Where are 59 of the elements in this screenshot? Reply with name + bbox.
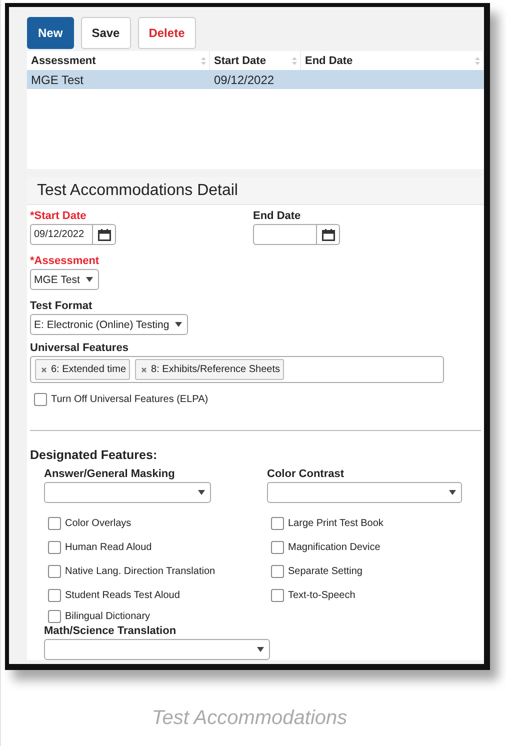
caret-icon bbox=[257, 647, 264, 652]
checkbox[interactable] bbox=[48, 540, 61, 554]
checkbox[interactable] bbox=[271, 588, 284, 602]
feature-tag: 8: Exhibits/Reference Sheets bbox=[135, 359, 284, 380]
feature-tag: 6: Extended time bbox=[35, 359, 130, 380]
checkbox[interactable] bbox=[271, 540, 284, 554]
table-cell-text: 09/12/2022 bbox=[213, 72, 276, 86]
field-label: *Start Date bbox=[30, 210, 88, 222]
field-label: Universal Features bbox=[30, 342, 130, 354]
checkbox-label: Turn Off Universal Features (ELPA) bbox=[51, 394, 208, 404]
checkbox[interactable] bbox=[48, 516, 61, 530]
checkbox-label: Bilingual Dictionary bbox=[65, 610, 150, 622]
caret-icon bbox=[175, 322, 182, 327]
toolbar-button[interactable]: Delete bbox=[138, 17, 196, 49]
figure-caption: Test Accommodations bbox=[150, 707, 348, 730]
dropdown-field[interactable] bbox=[44, 482, 211, 503]
checkbox-label: Text-to-Speech bbox=[288, 590, 356, 600]
calendar-icon bbox=[322, 228, 334, 240]
checkbox[interactable] bbox=[271, 516, 284, 530]
dropdown-field[interactable] bbox=[44, 639, 270, 660]
field-label: Color Contrast bbox=[267, 468, 345, 480]
field-label: Test Format bbox=[30, 300, 94, 312]
remove-icon[interactable] bbox=[41, 366, 47, 372]
column-header[interactable]: Assessment bbox=[31, 54, 96, 66]
field-label: Math/Science Translation bbox=[44, 625, 178, 637]
checkbox[interactable] bbox=[48, 588, 61, 602]
multi-select-field[interactable]: 6: Extended time 8: Exhibits/Reference Sheets bbox=[30, 356, 444, 383]
section-title: Designated Features: bbox=[30, 448, 158, 462]
checkbox-label: Magnification Device bbox=[288, 542, 380, 552]
checkbox[interactable] bbox=[271, 564, 284, 578]
assessment-select[interactable]: MGE Test bbox=[30, 269, 99, 290]
caret-icon bbox=[198, 490, 205, 495]
toolbar-button[interactable]: Save bbox=[80, 17, 131, 49]
calendar-icon bbox=[98, 228, 110, 240]
checkbox[interactable] bbox=[34, 392, 47, 406]
checkbox[interactable] bbox=[48, 564, 61, 578]
table-row[interactable]: MGE Test 09/12/2022 bbox=[27, 70, 484, 89]
field-label: End Date bbox=[253, 210, 302, 222]
caret-icon bbox=[86, 277, 93, 282]
checkbox-label: Human Read Aloud bbox=[65, 542, 152, 552]
checkbox-label: Large Print Test Book bbox=[288, 518, 384, 528]
column-header[interactable]: End Date bbox=[305, 54, 353, 66]
table-cell-text: MGE Test bbox=[30, 72, 84, 86]
caret-icon bbox=[449, 490, 456, 495]
checkbox-label: Student Reads Test Aloud bbox=[65, 590, 180, 600]
checkbox-label: Separate Setting bbox=[288, 566, 362, 576]
checkbox-label: Native Lang. Direction Translation bbox=[65, 566, 216, 576]
checkbox[interactable] bbox=[48, 610, 61, 622]
test-format-select[interactable]: E: Electronic (Online) Testing bbox=[30, 314, 188, 335]
date-field[interactable] bbox=[253, 224, 340, 245]
remove-icon[interactable] bbox=[141, 366, 148, 372]
dropdown-field[interactable] bbox=[267, 482, 462, 503]
checkbox-label: Color Overlays bbox=[65, 518, 132, 528]
field-label: *Assessment bbox=[30, 255, 100, 267]
date-field[interactable]: 09/12/2022 bbox=[30, 224, 116, 245]
column-header[interactable]: Start Date bbox=[214, 54, 266, 66]
toolbar-button[interactable]: New bbox=[27, 17, 74, 49]
field-label: Answer/General Masking bbox=[44, 468, 176, 480]
panel-title: Test Accommodations Detail bbox=[37, 182, 238, 200]
